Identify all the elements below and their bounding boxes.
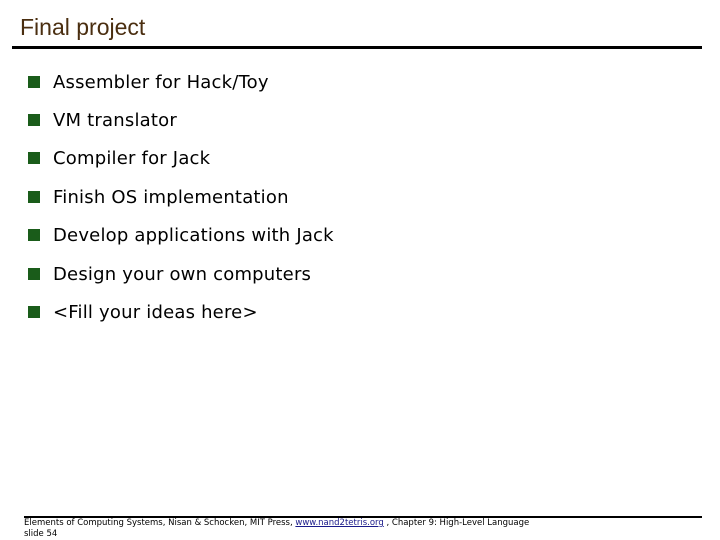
bullet-text: VM translator [53, 109, 177, 131]
website-link[interactable]: www.nand2tetris.org [295, 518, 383, 528]
square-bullet-icon [28, 191, 40, 203]
square-bullet-icon [28, 229, 40, 241]
slide-title: Final project [20, 14, 146, 40]
bullet-item: Develop applications with Jack [28, 221, 334, 249]
bullet-text: Finish OS implementation [53, 186, 289, 208]
square-bullet-icon [28, 306, 40, 318]
bullet-text: Design your own computers [53, 263, 312, 285]
square-bullet-icon [28, 268, 40, 280]
square-bullet-icon [28, 152, 40, 164]
bullet-text: Assembler for Hack/Toy [53, 71, 269, 93]
footer: Elements of Computing Systems, Nisan & S… [24, 518, 529, 540]
bullet-item: <Fill your ideas here> [28, 298, 258, 326]
bullet-text: Compiler for Jack [53, 147, 211, 169]
bullet-item: Assembler for Hack/Toy [28, 68, 269, 96]
bullet-item: Design your own computers [28, 260, 311, 288]
bullet-item: Compiler for Jack [28, 144, 210, 172]
square-bullet-icon [28, 76, 40, 88]
bullet-text: Develop applications with Jack [53, 224, 334, 246]
chapter-text: , Chapter 9: High-Level Language [383, 518, 530, 528]
slide-number: slide 54 [24, 529, 58, 539]
footer-citation: Elements of Computing Systems, Nisan & S… [24, 518, 529, 529]
bullet-text: <Fill your ideas here> [53, 301, 258, 323]
citation-text: Elements of Computing Systems, Nisan & S… [24, 518, 296, 528]
square-bullet-icon [28, 114, 40, 126]
title-divider [12, 46, 702, 49]
bullet-item: VM translator [28, 106, 177, 134]
bullet-item: Finish OS implementation [28, 183, 289, 211]
